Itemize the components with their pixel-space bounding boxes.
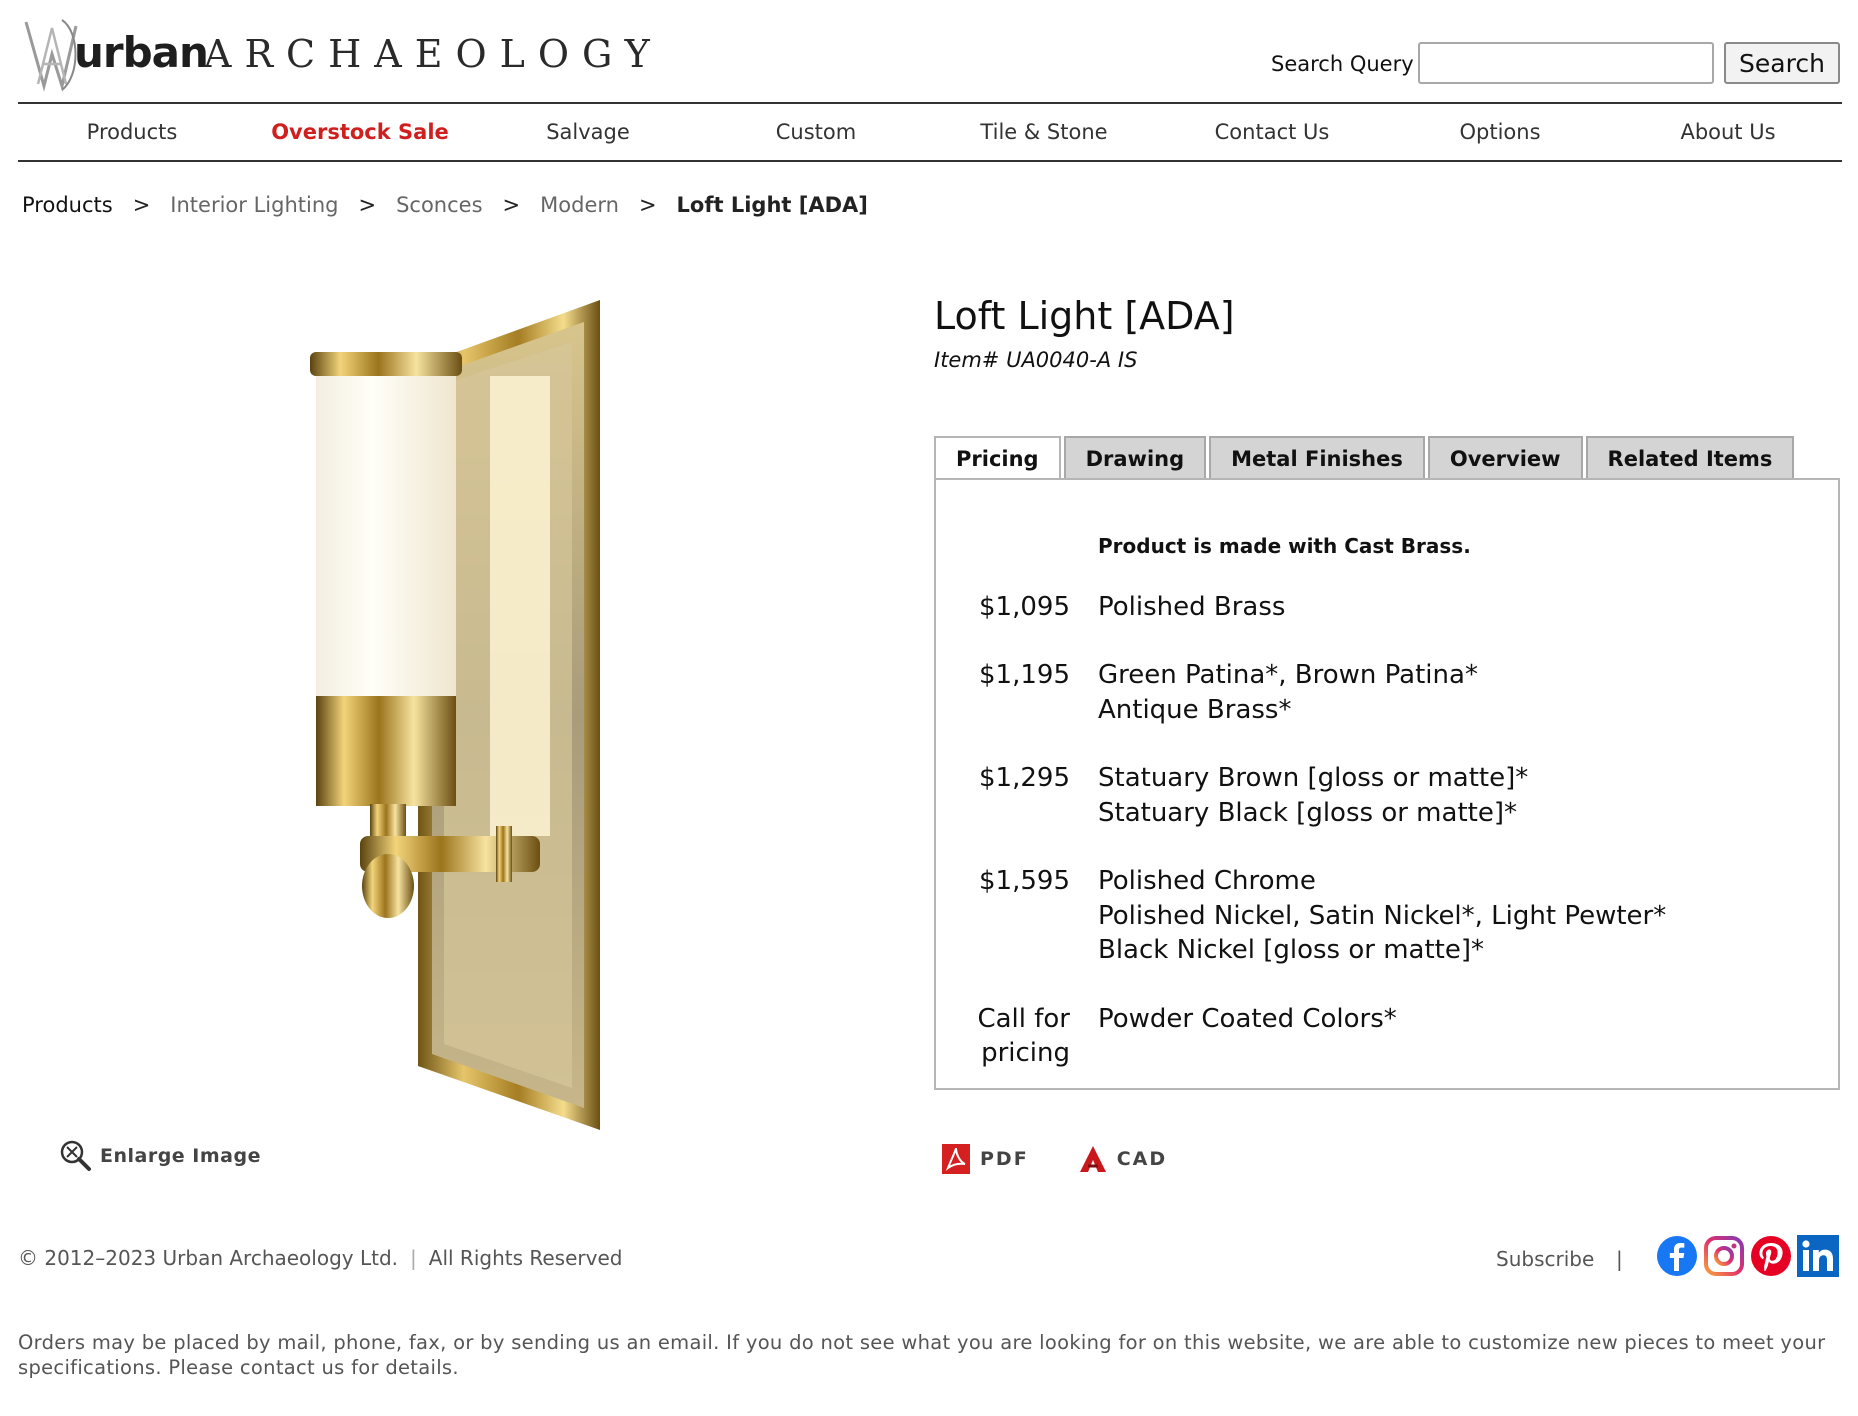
nav-salvage[interactable]: Salvage [474,104,702,160]
enlarge-image-button[interactable]: Enlarge Image [60,1140,261,1172]
tab-overview[interactable]: Overview [1427,436,1583,480]
breadcrumb-products[interactable]: Products [22,193,113,217]
product-tabs: Pricing Drawing Metal Finishes Overview … [934,436,1797,482]
cad-label: CAD [1116,1148,1168,1170]
product-image[interactable] [300,296,610,1130]
price-value: $1,595 [979,866,1070,896]
nav-about-us[interactable]: About Us [1614,104,1842,160]
pdf-icon [942,1144,970,1174]
cad-download-link[interactable]: CAD [1079,1144,1167,1174]
finish-name: Polished Chrome [1098,866,1316,896]
breadcrumb-modern[interactable]: Modern [540,193,619,217]
magnifier-icon [60,1140,91,1171]
tab-related-items[interactable]: Related Items [1585,436,1795,480]
rights-text: All Rights Reserved [428,1246,623,1270]
search-button[interactable]: Search [1724,42,1840,84]
search-label: Search Query [1271,52,1414,76]
pinterest-icon[interactable] [1750,1235,1792,1277]
nav-products[interactable]: Products [18,104,246,160]
facebook-icon[interactable] [1656,1235,1698,1277]
price-value: $1,295 [979,763,1070,793]
order-disclaimer: Orders may be placed by mail, phone, fax… [18,1331,1826,1379]
finish-name: Statuary Brown [gloss or matte]* [1098,763,1529,793]
pdf-download-link[interactable]: PDF [942,1144,1029,1174]
nav-tile-stone[interactable]: Tile & Stone [930,104,1158,160]
copyright: © 2012–2023 Urban Archaeology Ltd. | All R… [18,1246,622,1270]
price-value: $1,095 [979,592,1070,622]
linkedin-icon[interactable] [1797,1235,1839,1277]
nav-options[interactable]: Options [1386,104,1614,160]
finish-name: Polished Brass [1098,592,1286,622]
product-title: Loft Light [ADA] [934,294,1235,338]
pdf-label: PDF [980,1148,1029,1170]
ua-monogram-icon [24,19,78,92]
breadcrumb-sconces[interactable]: Sconces [396,193,482,217]
pricing-panel[interactable]: Product is made with Cast Brass. $1,095 … [934,478,1840,1090]
breadcrumb-interior-lighting[interactable]: Interior Lighting [170,193,338,217]
autocad-icon [1079,1146,1106,1172]
main-nav: Products Overstock Sale Salvage Custom T… [18,102,1842,162]
breadcrumb-separator: > [132,193,151,217]
nav-contact-us[interactable]: Contact Us [1158,104,1386,160]
tab-metal-finishes[interactable]: Metal Finishes [1209,436,1425,480]
nav-overstock-sale[interactable]: Overstock Sale [246,104,474,160]
finish-name: Green Patina*, Brown Patina* [1098,660,1478,690]
breadcrumb-separator: > [502,193,521,217]
finish-name: Statuary Black [gloss or matte]* [1098,797,1517,828]
instagram-icon[interactable] [1703,1235,1745,1277]
site-logo[interactable]: urban ARCHAEOLOGY [18,14,650,94]
material-note: Product is made with Cast Brass. [1098,534,1471,558]
logo-urban-text: urban [74,28,209,77]
tab-pricing[interactable]: Pricing [934,436,1061,482]
price-call-line2: pricing [981,1038,1070,1068]
finish-name: Black Nickel [gloss or matte]* [1098,935,1484,965]
footer-divider: | [410,1246,417,1270]
nav-custom[interactable]: Custom [702,104,930,160]
downloads: PDF CAD [942,1144,1217,1174]
item-number: Item# UA0040-A IS [934,348,1138,372]
search-input[interactable] [1418,42,1714,84]
enlarge-image-label: Enlarge Image [100,1145,261,1167]
price-value: $1,195 [979,660,1070,690]
subscribe-link[interactable]: Subscribe [1496,1247,1594,1271]
finish-name: Antique Brass* [1098,694,1292,725]
breadcrumb-separator: > [358,193,377,217]
finish-name: Powder Coated Colors* [1098,1004,1397,1034]
copyright-text: © 2012–2023 Urban Archaeology Ltd. [18,1246,399,1270]
breadcrumb-current: Loft Light [ADA] [676,193,868,217]
tab-drawing[interactable]: Drawing [1063,436,1207,480]
social-links [1656,1235,1844,1277]
price-call-line1: Call for [977,1004,1070,1034]
breadcrumb-separator: > [638,193,657,217]
breadcrumb: Products > Interior Lighting > Sconces > Moder… [22,193,868,217]
finish-name: Polished Nickel, Satin Nickel*, Light Pe… [1098,900,1667,931]
logo-archaeology-text: ARCHAEOLOGY [204,32,663,76]
footer-separator: | [1616,1247,1623,1271]
